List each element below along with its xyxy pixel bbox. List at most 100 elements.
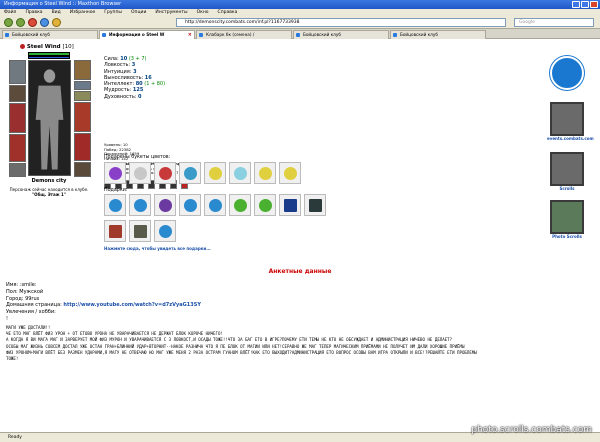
profile-city: Город: 99rus	[6, 295, 40, 302]
character-name: Steel Wind	[26, 44, 61, 50]
tab-bar: Бойцовский клуб Информация о Steel W × Кл…	[0, 29, 600, 39]
gift-icon[interactable]	[104, 194, 126, 216]
gift-icon[interactable]	[104, 220, 126, 242]
stat-value: 125	[132, 87, 144, 94]
flower-bouquet-icon[interactable]	[104, 162, 126, 184]
close-button[interactable]	[590, 1, 598, 8]
stop-icon[interactable]	[28, 18, 37, 27]
stat-value: 16	[144, 74, 152, 81]
amulet-slot[interactable]	[74, 81, 91, 90]
flower-bouquet-icon[interactable]	[279, 162, 301, 184]
profile-name: Имя: :smile:	[6, 282, 37, 288]
scrolls-link[interactable]: Scrolls	[547, 152, 587, 191]
shield-slot[interactable]	[74, 133, 91, 161]
stat-label: Интуиция:	[104, 68, 132, 75]
belt-slot[interactable]	[9, 163, 26, 177]
profile-gender: Пол: Мужской	[6, 288, 44, 295]
flower-bouquet-icon[interactable]	[154, 162, 176, 184]
flower-bouquet-icon[interactable]	[229, 162, 251, 184]
flower-bouquet-icon[interactable]	[204, 162, 226, 184]
events-emblem-icon	[550, 102, 584, 136]
flowers-label: Подарены букеты цветов:	[104, 155, 171, 160]
gifts-label: Подарки:	[104, 188, 128, 193]
character-header: Steel Wind [10]	[20, 44, 74, 50]
watermark: photo.scrolls.combats.com	[471, 425, 592, 435]
menu-help[interactable]: Справка	[218, 9, 238, 16]
flower-bouquet-icon[interactable]	[254, 162, 276, 184]
menu-file[interactable]: Файл	[4, 9, 16, 16]
mana-bar	[28, 56, 70, 59]
stat-label: Выносливость:	[104, 74, 144, 81]
maximize-button[interactable]	[581, 1, 589, 8]
all-gifts-link[interactable]: Нажмите сюда, чтобы увидеть все подарки.…	[104, 246, 211, 251]
gift-icon[interactable]	[279, 194, 301, 216]
menu-edit[interactable]: Правка	[25, 9, 42, 16]
homepage-label: Домашняя страница:	[6, 302, 64, 309]
window-title: Информация о Steel Wind :: Maxthon Brows…	[4, 1, 122, 7]
flower-bouquet-icon[interactable]	[179, 162, 201, 184]
forward-icon[interactable]	[16, 18, 25, 27]
flower-bouquet-icon[interactable]	[129, 162, 151, 184]
minimize-button[interactable]	[572, 1, 580, 8]
tab-label: Информация о Steel W	[109, 32, 165, 37]
gift-icon[interactable]	[304, 194, 326, 216]
profile-homepage: Домашняя страница: http://www.youtube.co…	[6, 302, 596, 309]
tab-5[interactable]: Бойцовский клуб	[390, 30, 486, 39]
events-caption: events.combats.com	[547, 136, 594, 141]
gift-icon[interactable]	[154, 194, 176, 216]
stat-value: 80	[135, 81, 143, 88]
boots-slot[interactable]	[74, 162, 91, 177]
menu-tools[interactable]: Инструменты	[155, 9, 187, 16]
menu-window[interactable]: Окно	[197, 9, 209, 16]
gift-icon[interactable]	[129, 194, 151, 216]
helmet-slot[interactable]	[9, 60, 26, 84]
menu-groups[interactable]: Группы	[104, 9, 122, 16]
photo-scrolls-emblem-icon	[550, 200, 584, 234]
tab-1[interactable]: Бойцовский клуб	[2, 30, 98, 39]
search-input[interactable]: Google	[514, 18, 594, 27]
combats-logo-icon	[550, 56, 584, 90]
back-icon[interactable]	[4, 18, 13, 27]
clan-icon[interactable]	[20, 44, 25, 49]
tab-2[interactable]: Информация о Steel W ×	[99, 30, 195, 39]
address-bar[interactable]: http://demonscity.combats.com/inf.pl?116…	[176, 18, 506, 27]
tab-3[interactable]: Клабарк бк (семена) /	[196, 30, 292, 39]
rings-slot[interactable]	[74, 91, 91, 101]
profile-fields: Имя: :smile: Пол: Мужской Город: 99rus Д…	[6, 282, 596, 323]
gift-icon[interactable]	[254, 194, 276, 216]
scrolls-caption: Scrolls	[559, 186, 575, 191]
refresh-icon[interactable]	[40, 18, 49, 27]
menu-bar: Файл Правка Вид Избранное Группы Опции И…	[0, 9, 600, 16]
close-tab-icon[interactable]: ×	[188, 31, 192, 39]
events-link[interactable]: events.combats.com	[547, 102, 594, 141]
gift-icon[interactable]	[179, 194, 201, 216]
flowers-row	[104, 162, 301, 184]
gift-icon[interactable]	[129, 220, 151, 242]
toolbar: http://demonscity.combats.com/inf.pl?116…	[0, 16, 600, 29]
weapon-slot[interactable]	[9, 103, 26, 133]
tab-label: Бойцовский клуб	[303, 32, 341, 37]
combats-logo[interactable]	[547, 56, 587, 90]
earrings-slot[interactable]	[74, 60, 91, 80]
gifts-row-2	[104, 220, 176, 242]
address-url: http://demonscity.combats.com/inf.pl?116…	[185, 20, 300, 25]
armor-slot[interactable]	[9, 134, 26, 162]
photo-scrolls-link[interactable]: Photo Scrolls	[547, 200, 587, 239]
homepage-link[interactable]: http://www.youtube.com/watch?v=d7zVyaG13…	[63, 302, 201, 308]
bracers-slot[interactable]	[9, 85, 26, 102]
tab-label: Клабарк бк (семена) /	[206, 32, 255, 37]
menu-options[interactable]: Опции	[131, 9, 146, 16]
search-placeholder: Google	[519, 20, 535, 25]
gifts-row	[104, 194, 326, 216]
gift-icon[interactable]	[204, 194, 226, 216]
menu-favorites[interactable]: Избранное	[70, 9, 96, 16]
gloves-slot[interactable]	[74, 102, 91, 132]
gift-icon[interactable]	[154, 220, 176, 242]
menu-view[interactable]: Вид	[52, 9, 61, 16]
stat-row: Духовность: 0	[104, 94, 304, 100]
gift-icon[interactable]	[229, 194, 251, 216]
tab-4[interactable]: Бойцовский клуб	[293, 30, 389, 39]
home-icon[interactable]	[52, 18, 61, 27]
profile-about-text: МАГИ УЖЕ ДОСТАЛИ!! ЧЕ ЕТО МАГ ВЛЁТ ФИЗ У…	[6, 325, 594, 362]
stat-label: Мудрость:	[104, 87, 132, 94]
